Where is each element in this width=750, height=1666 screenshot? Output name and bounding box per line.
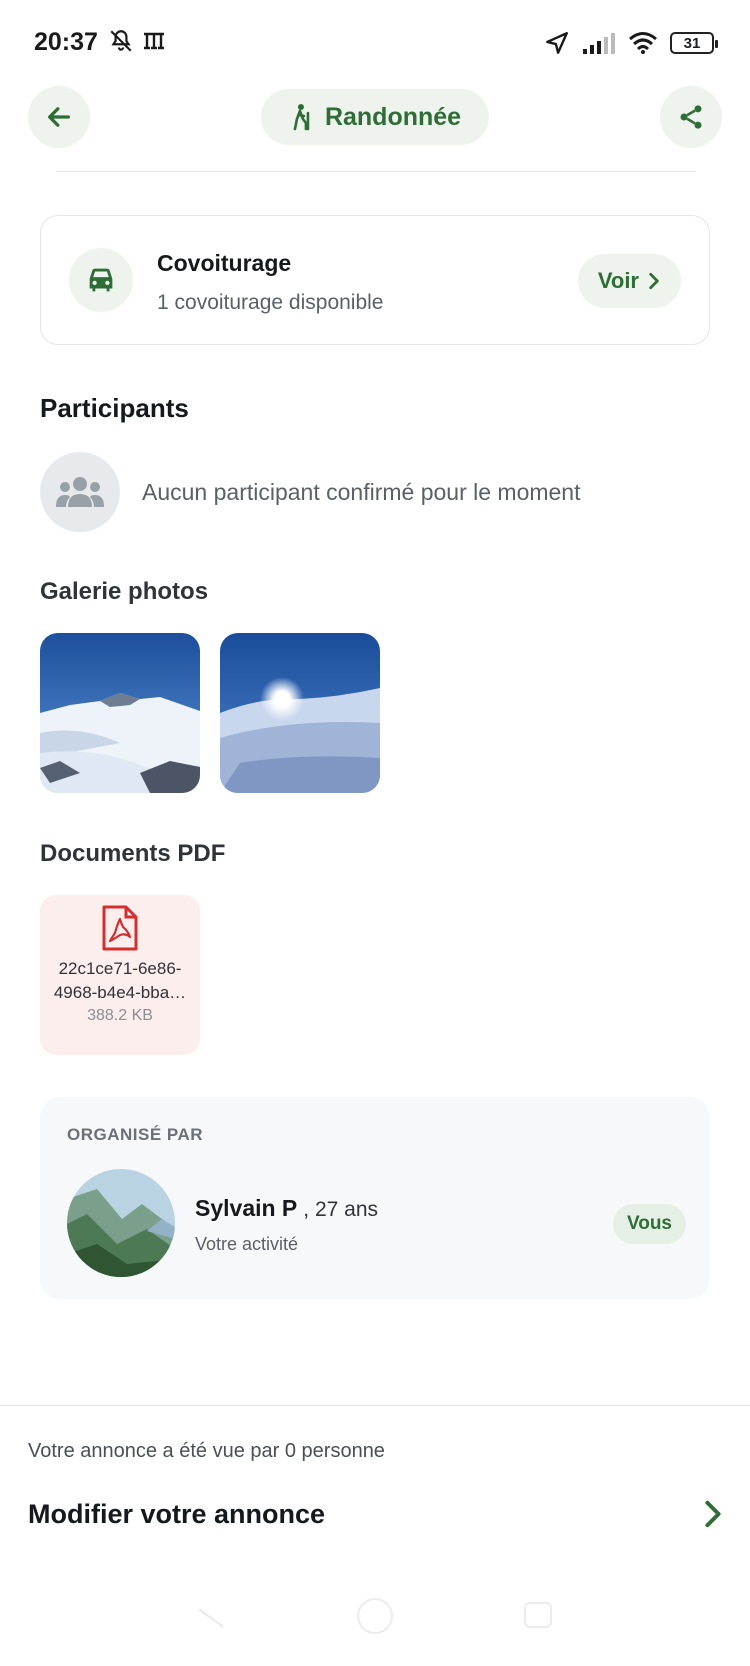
pdf-file-name: 22c1ce71-6e86- 4968-b4e4-bba…	[45, 957, 195, 1005]
organizer-subtitle: Votre activité	[195, 1234, 299, 1254]
documents-title: Documents PDF	[40, 840, 226, 867]
mountain-valley-avatar-image	[67, 1169, 175, 1277]
hiking-icon	[293, 104, 310, 131]
sunlit-snow-slope-photo	[220, 633, 380, 793]
organizer-name: Sylvain P	[195, 1195, 298, 1221]
location-arrow-icon	[546, 32, 568, 54]
views-count-text: Votre annonce a été vue par 0 personne	[28, 1440, 385, 1462]
share-icon	[680, 105, 702, 129]
system-nav-bar	[0, 1576, 750, 1666]
gallery-photo[interactable]	[220, 633, 380, 793]
status-bar: 20:37 31	[0, 0, 750, 86]
pdf-document-card[interactable]: 22c1ce71-6e86- 4968-b4e4-bba… 388.2 KB	[40, 895, 200, 1055]
car-icon	[89, 268, 113, 292]
top-bar: Randonnée	[0, 86, 750, 166]
share-button[interactable]	[660, 86, 722, 148]
organizer-avatar[interactable]	[67, 1169, 175, 1277]
photo-gallery	[40, 633, 380, 793]
group-icon	[56, 477, 104, 507]
gallery-title: Galerie photos	[40, 578, 209, 605]
you-badge: Vous	[612, 1204, 686, 1244]
category-label: Randonnée	[324, 102, 462, 131]
carpool-subtitle: 1 covoiturage disponible	[157, 291, 384, 314]
chevron-right-icon	[705, 1500, 721, 1528]
nav-back-icon[interactable]	[196, 1606, 226, 1630]
pdf-file-name-line2: 4968-b4e4-bba…	[53, 983, 187, 1002]
category-pill: Randonnée	[260, 89, 490, 145]
group-avatar	[40, 452, 120, 532]
wifi-icon	[629, 32, 657, 54]
participants-title: Participants	[40, 393, 189, 423]
snowy-mountain-photo	[40, 633, 200, 793]
organizer-age: , 27 ans	[303, 1198, 379, 1221]
pdf-file-size: 388.2 KB	[87, 1007, 153, 1024]
footer-divider	[0, 1405, 750, 1406]
status-right-icons: 31	[544, 30, 718, 56]
signal-icon	[583, 33, 615, 54]
carpool-view-button[interactable]: Voir	[577, 254, 681, 308]
battery-indicator: 31	[670, 32, 718, 54]
back-button[interactable]	[28, 86, 90, 148]
edit-listing-label: Modifier votre annonce	[28, 1498, 326, 1529]
status-time: 20:37	[34, 28, 98, 56]
pdf-file-name-line1: 22c1ce71-6e86-	[58, 959, 182, 978]
organizer-label: ORGANISÉ PAR	[67, 1125, 204, 1144]
chevron-right-icon	[649, 272, 659, 290]
carpool-title: Covoiturage	[157, 250, 292, 276]
car-icon-wrapper	[69, 248, 133, 312]
arrow-left-icon	[48, 107, 70, 127]
organizer-card[interactable]: ORGANISÉ PAR Sylvain P , 27 ans Votre ac…	[40, 1097, 710, 1299]
gallery-photo[interactable]	[40, 633, 200, 793]
nav-recents-button[interactable]	[524, 1602, 552, 1628]
participants-empty-state: Aucun participant confirmé pour le momen…	[40, 452, 581, 532]
status-left-icons	[108, 28, 166, 54]
pdf-file-icon	[102, 905, 138, 951]
bell-off-icon	[110, 30, 132, 52]
participants-empty-text: Aucun participant confirmé pour le momen…	[142, 478, 581, 505]
carpool-view-label: Voir	[597, 268, 639, 293]
carpool-card[interactable]: Covoiturage 1 covoiturage disponible Voi…	[40, 215, 710, 345]
header-divider	[56, 171, 696, 172]
app-notification-icon	[144, 32, 164, 50]
nav-home-button[interactable]	[357, 1598, 393, 1634]
organizer-name-row: Sylvain P , 27 ans	[195, 1195, 378, 1222]
edit-listing-row[interactable]: Modifier votre annonce	[28, 1490, 722, 1538]
